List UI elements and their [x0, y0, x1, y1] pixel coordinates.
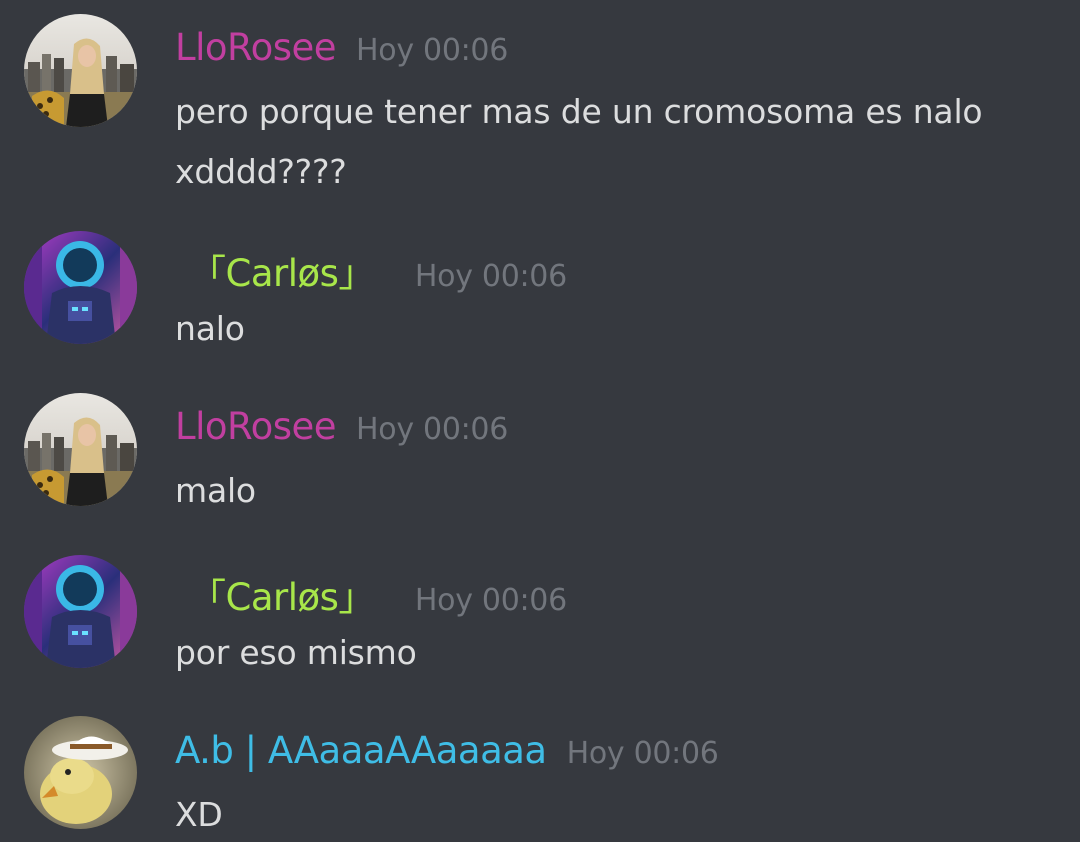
message-timestamp: Hoy 00:06 — [414, 259, 567, 294]
user-avatar-photo — [24, 14, 137, 127]
astronaut-avatar — [24, 231, 137, 344]
user-avatar[interactable] — [24, 231, 137, 344]
astronaut-avatar — [24, 555, 137, 668]
user-avatar-photo — [24, 393, 137, 506]
username[interactable]: LloRosee — [175, 26, 337, 69]
message-timestamp: Hoy 00:06 — [356, 412, 508, 447]
message-content-line: xdddd???? — [175, 152, 347, 191]
user-avatar[interactable] — [24, 716, 137, 829]
message-content-line: nalo — [175, 309, 245, 348]
duck-cowboy-avatar — [24, 716, 137, 829]
username[interactable]: 「Carløs」 — [189, 567, 375, 621]
chat-message-list: LloRosee Hoy 00:06 pero porque tener mas… — [0, 0, 1080, 842]
user-avatar[interactable] — [24, 14, 137, 127]
username[interactable]: A.b | AAaaaAAaaaaa — [175, 729, 547, 772]
username[interactable]: LloRosee — [175, 405, 337, 448]
user-avatar[interactable] — [24, 393, 137, 506]
message-content-line: XD — [175, 795, 223, 834]
message-timestamp: Hoy 00:06 — [414, 583, 567, 618]
message-timestamp: Hoy 00:06 — [566, 736, 719, 771]
message-content-line: pero porque tener mas de un cromosoma es… — [175, 92, 983, 131]
message-content-line: por eso mismo — [175, 633, 417, 672]
message-content-line: malo — [175, 471, 256, 510]
username[interactable]: 「Carløs」 — [189, 243, 375, 297]
user-avatar[interactable] — [24, 555, 137, 668]
message-timestamp: Hoy 00:06 — [356, 33, 508, 68]
